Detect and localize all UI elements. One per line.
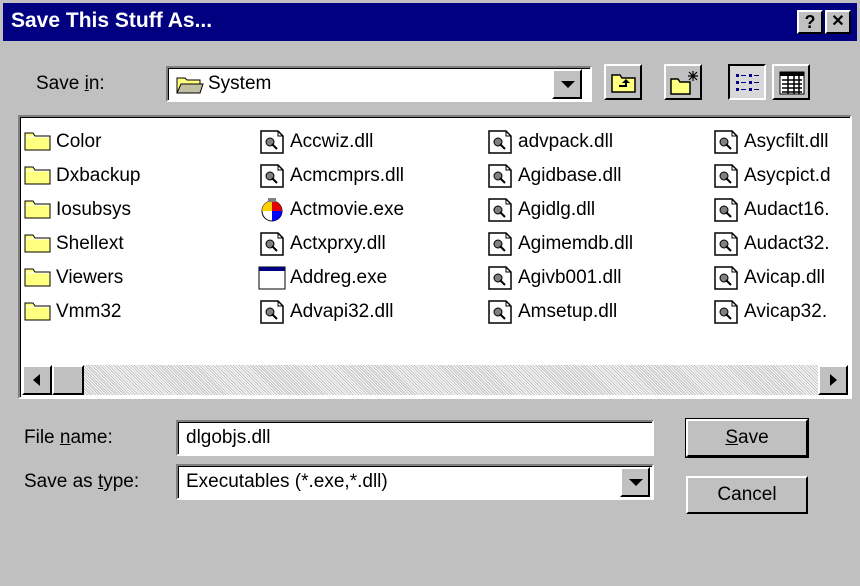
file-name: Shellext [56, 233, 124, 254]
file-name: Agidlg.dll [518, 199, 596, 220]
scroll-track[interactable] [84, 365, 818, 395]
actmovie-exe-icon [261, 198, 283, 222]
file-name: Actxprxy.dll [290, 233, 386, 254]
scroll-thumb[interactable] [52, 365, 84, 395]
file-name: Acmcmprs.dll [290, 165, 405, 186]
help-button[interactable]: ? [797, 10, 823, 34]
close-button[interactable]: ✕ [825, 10, 851, 34]
file-name: Vmm32 [56, 301, 122, 322]
file-name: advpack.dll [518, 131, 614, 152]
scroll-left-button[interactable] [22, 365, 52, 395]
dll-file-icon [488, 164, 512, 188]
file-name-value: dlgobjs.dll [186, 427, 271, 448]
file-list[interactable]: Color Dxbackup Iosubsys Shellext Viewers Vmm3… [18, 115, 852, 399]
file-name: Agidbase.dll [518, 165, 622, 186]
dll-file-icon [714, 164, 738, 188]
file-name: Addreg.exe [290, 267, 388, 288]
file-name: Advapi32.dll [290, 301, 394, 322]
folder-icon [24, 302, 51, 321]
file-name: Dxbackup [56, 165, 141, 186]
file-name: Avicap.dll [744, 267, 825, 288]
save-as-type-combo[interactable]: Executables (*.exe,*.dll) [176, 464, 654, 500]
dll-file-icon [488, 232, 512, 256]
dll-file-icon [260, 164, 284, 188]
file-name: Actmovie.exe [290, 199, 405, 220]
save-as-type-value: Executables (*.exe,*.dll) [186, 471, 388, 492]
list-view-button[interactable] [728, 64, 766, 100]
arrow-right-icon [830, 374, 837, 386]
folder-icon [24, 200, 51, 219]
file-name: Avicap32. [744, 301, 831, 322]
window-exe-icon [258, 266, 286, 290]
file-name: Asycfilt.dll [744, 131, 829, 152]
file-name: Color [56, 131, 102, 152]
horizontal-scrollbar[interactable] [22, 365, 848, 395]
file-name-label: File name: [24, 427, 113, 448]
details-view-button[interactable] [772, 64, 810, 100]
up-one-level-button[interactable] [604, 64, 642, 100]
save-as-type-label: Save as type: [24, 471, 140, 492]
create-new-folder-button[interactable] [664, 64, 702, 100]
dll-file-icon [260, 232, 284, 256]
arrow-left-icon [33, 374, 40, 386]
file-name: Asycpict.d [744, 165, 831, 186]
file-name: Amsetup.dll [518, 301, 618, 322]
title-bar[interactable]: Save This Stuff As... ? ✕ [3, 3, 857, 41]
open-folder-icon [176, 77, 204, 94]
cancel-button[interactable]: Cancel [686, 476, 808, 514]
up-folder-icon [611, 74, 636, 93]
save-button[interactable]: Save [685, 418, 809, 458]
folder-icon [24, 166, 51, 185]
dialog-title: Save This Stuff As... [11, 9, 213, 32]
save-as-type-dropdown-button[interactable] [620, 467, 650, 497]
dll-file-icon [488, 266, 512, 290]
save-in-value: System [208, 73, 272, 94]
dll-file-icon [714, 130, 738, 154]
save-in-combo[interactable]: System [166, 66, 592, 102]
folder-icon [24, 234, 51, 253]
file-name: Agimemdb.dll [518, 233, 634, 254]
file-name: Audact16. [744, 199, 830, 220]
scroll-right-button[interactable] [818, 365, 848, 395]
save-in-label: Save in: [36, 73, 105, 94]
list-view-icon [736, 74, 759, 91]
dll-file-icon [714, 300, 738, 324]
save-as-dialog: Save This Stuff As... ? ✕ Save in: Syste… [0, 0, 860, 586]
dll-file-icon [714, 266, 738, 290]
save-in-dropdown-button[interactable] [552, 69, 582, 99]
folder-icon [24, 132, 51, 151]
dll-file-icon [488, 198, 512, 222]
file-name: Audact32. [744, 233, 830, 254]
file-name: Iosubsys [56, 199, 131, 220]
file-name-input[interactable]: dlgobjs.dll [176, 420, 654, 456]
file-name: Agivb001.dll [518, 267, 622, 288]
dll-file-icon [488, 300, 512, 324]
new-folder-icon [670, 71, 698, 95]
details-view-icon [779, 71, 805, 95]
folder-icon [24, 268, 51, 287]
dll-file-icon [260, 300, 284, 324]
dll-file-icon [260, 130, 284, 154]
dll-file-icon [714, 198, 738, 222]
dll-file-icon [488, 130, 512, 154]
file-name: Viewers [56, 267, 124, 288]
file-name: Accwiz.dll [290, 131, 374, 152]
dll-file-icon [714, 232, 738, 256]
